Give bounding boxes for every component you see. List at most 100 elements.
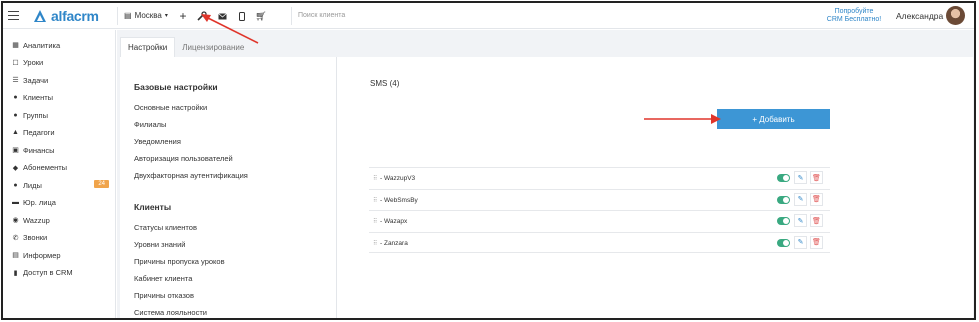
- settings-link[interactable]: Уровни знаний: [134, 240, 185, 249]
- pencil-icon: ✎: [797, 239, 804, 246]
- drag-handle-icon[interactable]: ⠿: [373, 175, 378, 182]
- sidebar-item-label: Wazzup: [23, 215, 50, 225]
- settings-link[interactable]: Кабинет клиента: [134, 274, 192, 283]
- sms-count: (4): [389, 79, 400, 88]
- section-title-base: Базовые настройки: [134, 82, 218, 92]
- teachers-icon: ▲: [12, 129, 19, 136]
- enabled-toggle[interactable]: [777, 195, 790, 204]
- trash-icon: 🗑︎: [812, 196, 821, 203]
- sms-provider-name: - WazzupV3: [380, 175, 416, 182]
- edit-button[interactable]: ✎: [794, 235, 807, 249]
- sms-provider-row: ⠿ - Zanzara ✎ 🗑︎: [369, 231, 830, 253]
- sidebar-item-label: Звонки: [23, 233, 48, 242]
- sidebar-item-label: Аналитика: [23, 40, 61, 50]
- settings-link[interactable]: Причины отказов: [134, 291, 194, 300]
- sidebar-item-leads[interactable]: ● Лиды 24: [11, 178, 111, 192]
- sidebar-item-wazzup[interactable]: ◉ Wazzup: [11, 213, 111, 227]
- sms-provider-row: ⠿ - Wazapx ✎ 🗑︎: [369, 210, 830, 231]
- sidebar-item-label: Финансы: [23, 145, 55, 155]
- sidebar-item-calls[interactable]: ✆ Звонки: [11, 231, 111, 245]
- calendar-icon: ▤: [124, 11, 132, 20]
- sms-provider-row: ⠿ - WazzupV3 ✎ 🗑︎: [369, 167, 830, 188]
- drag-handle-icon[interactable]: ⠿: [373, 240, 378, 247]
- chevron-down-icon: ▾: [164, 13, 168, 19]
- avatar[interactable]: [946, 6, 965, 25]
- edit-button[interactable]: ✎: [794, 192, 807, 206]
- trash-icon: 🗑︎: [812, 239, 821, 246]
- sidebar-item-label: Педагоги: [23, 128, 55, 137]
- delete-button[interactable]: 🗑︎: [810, 214, 823, 227]
- sidebar-item-subscriptions[interactable]: ◆ Абонементы: [11, 161, 111, 175]
- edit-button[interactable]: ✎: [794, 171, 807, 184]
- trash-icon: 🗑︎: [812, 217, 821, 225]
- sidebar-item-teachers[interactable]: ▲ Педагоги: [11, 126, 111, 140]
- enabled-toggle[interactable]: [777, 217, 790, 225]
- main-content: Настройки Лицензирование Базовые настрой…: [117, 30, 974, 318]
- sidebar-item-crm-access[interactable]: ▮ Доступ в CRM: [11, 266, 111, 280]
- promo-line: Попробуйте: [834, 8, 874, 15]
- sidebar-item-clients[interactable]: ● Клиенты: [11, 91, 111, 105]
- settings-link[interactable]: Уведомления: [134, 137, 181, 146]
- finance-icon: ▣: [12, 147, 19, 154]
- settings-link[interactable]: Авторизация пользователей: [134, 154, 233, 163]
- sidebar-item-label: Задачи: [23, 75, 49, 85]
- sidebar-item-groups[interactable]: ● Группы: [11, 108, 111, 122]
- tasks-icon: ☰: [12, 77, 19, 84]
- informer-icon: ▤: [12, 252, 19, 259]
- sidebar-item-label: Клиенты: [23, 93, 54, 102]
- logo-mark-icon: [34, 10, 46, 22]
- sidebar: ▦ Аналитика ☐ Уроки ☰ Задачи ● Клиенты ●…: [3, 30, 116, 318]
- top-bar: alfacrm ▤ Москва ▾ + 🛒︎ Поиск клиента По…: [3, 3, 974, 29]
- settings-menu: Базовые настройки Основные настройки Фил…: [120, 57, 337, 318]
- sidebar-item-label: Группы: [23, 110, 48, 120]
- drag-handle-icon[interactable]: ⠿: [373, 197, 378, 204]
- wazzup-icon: ◉: [12, 217, 19, 224]
- logo-text: alfacrm: [51, 8, 99, 24]
- annotation-arrow-add: [644, 114, 721, 124]
- sidebar-item-analytics[interactable]: ▦ Аналитика: [11, 38, 111, 52]
- promo-link[interactable]: Попробуйте CRM Бесплатно!: [821, 8, 887, 24]
- menu-icon[interactable]: [8, 11, 19, 20]
- plus-icon[interactable]: +: [176, 9, 190, 23]
- drag-handle-icon[interactable]: ⠿: [373, 218, 378, 225]
- analytics-icon: ▦: [12, 42, 19, 49]
- sidebar-item-label: Абонементы: [23, 163, 68, 172]
- divider: [117, 7, 118, 25]
- pencil-icon: ✎: [797, 174, 804, 182]
- sidebar-item-lessons[interactable]: ☐ Уроки: [11, 56, 111, 70]
- section-title-clients: Клиенты: [134, 202, 172, 212]
- legal-entities-icon: ▬: [12, 199, 19, 206]
- sidebar-item-finance[interactable]: ▣ Финансы: [11, 143, 111, 157]
- divider: [291, 7, 292, 25]
- app-window: alfacrm ▤ Москва ▾ + 🛒︎ Поиск клиента По…: [1, 1, 976, 320]
- sms-provider-name: - WebSmsBy: [380, 196, 418, 204]
- enabled-toggle[interactable]: [777, 174, 790, 182]
- settings-link[interactable]: Система лояльности: [134, 308, 207, 317]
- settings-link[interactable]: Филиалы: [134, 120, 166, 129]
- delete-button[interactable]: 🗑︎: [810, 171, 823, 184]
- branch-selector[interactable]: ▤ Москва ▾: [124, 11, 168, 20]
- sms-title-text: SMS: [370, 79, 388, 88]
- leads-icon: ●: [13, 181, 18, 189]
- logo[interactable]: alfacrm: [33, 8, 99, 24]
- settings-link[interactable]: Причины пропуска уроков: [134, 257, 225, 266]
- sidebar-item-informer[interactable]: ▤ Информер: [11, 248, 111, 262]
- sidebar-item-legal-entities[interactable]: ▬ Юр. лица: [11, 196, 111, 210]
- settings-panel: Базовые настройки Основные настройки Фил…: [120, 57, 973, 318]
- delete-button[interactable]: 🗑︎: [810, 235, 823, 249]
- sms-provider-name: - Zanzara: [380, 239, 408, 247]
- settings-link[interactable]: Основные настройки: [134, 103, 207, 112]
- lock-icon: ▮: [13, 269, 18, 277]
- add-button[interactable]: + Добавить: [717, 109, 830, 129]
- settings-link[interactable]: Двухфакторная аутентификация: [134, 171, 248, 180]
- search-input[interactable]: Поиск клиента: [298, 12, 345, 19]
- sidebar-item-tasks[interactable]: ☰ Задачи: [11, 73, 111, 87]
- delete-button[interactable]: 🗑︎: [810, 192, 823, 206]
- user-name[interactable]: Александра: [896, 11, 943, 21]
- tab-settings[interactable]: Настройки: [120, 37, 176, 57]
- pencil-icon: ✎: [797, 196, 804, 203]
- sidebar-item-label: Доступ в CRM: [23, 268, 73, 277]
- enabled-toggle[interactable]: [777, 238, 790, 247]
- settings-link[interactable]: Статусы клиентов: [134, 223, 197, 232]
- edit-button[interactable]: ✎: [794, 214, 807, 227]
